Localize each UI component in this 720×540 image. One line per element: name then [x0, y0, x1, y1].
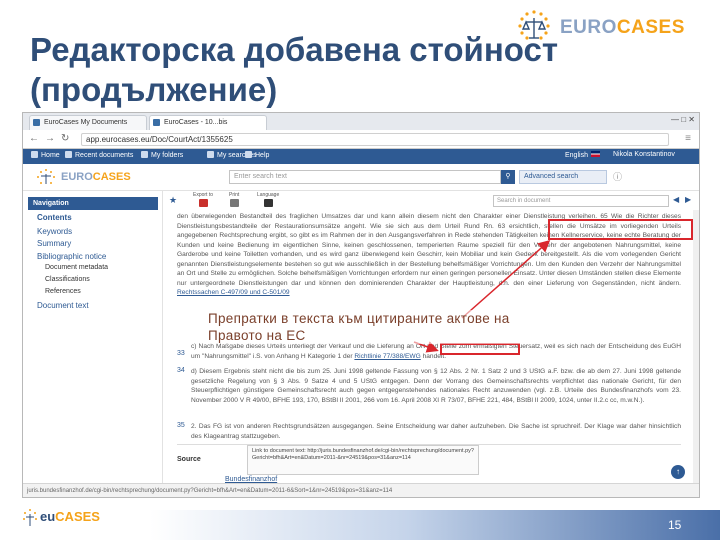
language-icon — [263, 199, 273, 207]
sidebar-item-document-metadata[interactable]: Document metadata — [45, 264, 108, 271]
browser-tab[interactable]: EuroCases My Documents — [29, 115, 147, 130]
favicon-icon — [33, 119, 40, 126]
source-label: Source — [177, 456, 201, 463]
nav-my-folders[interactable]: My folders — [141, 151, 183, 159]
tab-strip: EuroCases My Documents EuroCases - 10...… — [23, 113, 699, 130]
paragraph-number: 34 — [177, 367, 185, 374]
url-input[interactable]: app.eurocases.eu/Doc/CourtAct/1355625 — [81, 133, 669, 146]
eu-case-link[interactable]: Rechtssachen C-497/09 und C-501/09 — [177, 289, 290, 296]
info-icon[interactable]: ⓘ — [613, 170, 622, 183]
forward-icon[interactable]: → — [45, 133, 55, 144]
document-body: den überwiegenden Bestandteil des fragli… — [163, 210, 693, 483]
slide-title: Редакторска добавена стойност (продължен… — [30, 31, 558, 108]
app-logo[interactable]: EUROCASES — [33, 168, 133, 188]
sidebar-title: Navigation — [28, 197, 158, 210]
language-selector[interactable]: English — [565, 151, 600, 159]
nav-recent-documents[interactable]: Recent documents — [65, 151, 133, 159]
export-button[interactable]: Export to — [193, 192, 213, 207]
pdf-icon — [198, 199, 208, 207]
address-bar: ← → ↻ app.eurocases.eu/Doc/CourtAct/1355… — [23, 130, 699, 149]
brand-text: EUROCASES — [560, 17, 685, 38]
highlight-box-directive-reference — [440, 343, 520, 355]
user-menu[interactable]: Nikola Konstantinov — [613, 151, 675, 158]
scales-icon — [518, 10, 550, 40]
search-button[interactable]: ⚲ — [501, 170, 515, 184]
print-button[interactable]: Print — [229, 192, 239, 207]
sidebar: Navigation Contents Keywords Summary Bib… — [23, 191, 163, 483]
browser-tab-active[interactable]: EuroCases - 10...bis — [149, 115, 267, 130]
eurocases-logo: EUROCASES — [512, 8, 697, 48]
search-icon — [207, 151, 214, 158]
menu-icon[interactable]: ≡ — [685, 133, 691, 144]
sidebar-item-document-text[interactable]: Document text — [37, 301, 89, 310]
highlight-box-case-reference — [548, 219, 693, 240]
source-link[interactable]: Bundesfinanzhof — [225, 476, 277, 483]
favicon-icon — [153, 119, 160, 126]
nav-help[interactable]: Help — [245, 151, 269, 159]
doc-paragraph: d) Diesem Ergebnis steht nicht die bis z… — [191, 368, 681, 404]
clock-icon — [65, 151, 72, 158]
sidebar-item-classifications[interactable]: Classifications — [45, 276, 90, 283]
reload-icon[interactable]: ↻ — [61, 133, 69, 144]
paragraph-number: 33 — [177, 350, 185, 357]
help-icon — [245, 151, 252, 158]
sidebar-item-references[interactable]: References — [45, 288, 81, 295]
next-icon[interactable]: ▶ — [685, 195, 691, 204]
paragraph-number: 35 — [177, 422, 185, 429]
search-input[interactable]: Enter search text — [229, 170, 501, 184]
nav-home[interactable]: Home — [31, 151, 60, 159]
folder-icon — [141, 151, 148, 158]
star-icon[interactable]: ★ — [169, 195, 177, 206]
prev-icon[interactable]: ◀ — [673, 195, 679, 204]
document-toolbar: ★ Export to Print Language Search in doc… — [163, 191, 699, 210]
sidebar-item-summary[interactable]: Summary — [37, 239, 71, 248]
scroll-top-icon[interactable]: ↑ — [671, 465, 685, 479]
browser-window: EuroCases My Documents EuroCases - 10...… — [22, 112, 700, 498]
app-nav-bar: Home Recent documents My folders My sear… — [23, 149, 699, 164]
directive-link[interactable]: Richtlinie 77/388/EWG — [354, 353, 420, 360]
doc-search-input[interactable]: Search in document — [493, 195, 669, 207]
scales-icon — [23, 509, 37, 526]
home-icon — [31, 151, 38, 158]
uk-flag-icon — [590, 151, 600, 157]
scales-icon — [37, 169, 55, 184]
window-controls[interactable]: — □ ✕ — [671, 115, 695, 124]
app-header: EUROCASES Enter search text ⚲ Advanced s… — [23, 164, 699, 191]
footer-brand-text: euCASES — [40, 509, 100, 524]
annotation-callout: Препратки в текста към цитираните актове… — [208, 310, 568, 344]
sidebar-item-bibliographic-notice[interactable]: Bibliographic notice — [37, 252, 106, 261]
doc-paragraph: 2. Das FG ist von anderen Rechtsgrundsät… — [191, 423, 681, 440]
app-logo-text: EUROCASES — [61, 171, 131, 183]
status-bar: juris.bundesfinanzhof.de/cgi-bin/rechtsp… — [23, 483, 699, 497]
source-tooltip: Link to document text: http://juris.bund… — [247, 445, 479, 475]
sidebar-item-contents[interactable]: Contents — [37, 213, 72, 222]
language-button[interactable]: Language — [257, 192, 279, 207]
printer-icon — [229, 199, 239, 207]
source-section: Source Link to document text: http://jur… — [177, 444, 681, 475]
doc-paragraph: c) Nach Maßgabe dieses Urteils unterlieg… — [191, 343, 681, 360]
footer-logo: euCASES — [22, 506, 142, 536]
advanced-search-button[interactable]: Advanced search — [519, 170, 607, 184]
sidebar-item-keywords[interactable]: Keywords — [37, 227, 72, 236]
back-icon[interactable]: ← — [29, 133, 39, 144]
page-number: 15 — [668, 518, 682, 532]
